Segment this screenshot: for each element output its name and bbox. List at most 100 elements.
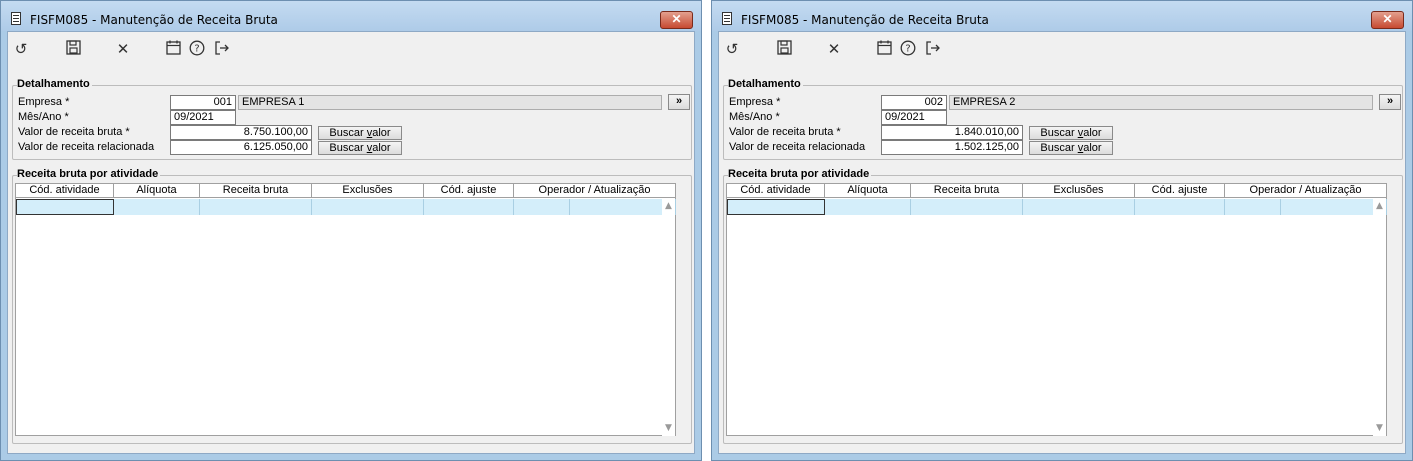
col-operador-atualizacao[interactable]: Operador / Atualização: [514, 184, 676, 198]
col-cod-ajuste[interactable]: Cód. ajuste: [1135, 184, 1225, 198]
grid-header: Cód. atividade Alíquota Receita bruta Ex…: [16, 184, 676, 198]
buscar-suffix: alor: [1083, 142, 1102, 154]
valor-relacionada-field[interactable]: 6.125.050,00: [170, 140, 312, 155]
col-cod-ajuste[interactable]: Cód. ajuste: [424, 184, 514, 198]
close-button[interactable]: ✕: [1371, 11, 1404, 29]
document-icon: [722, 12, 732, 25]
exit-icon[interactable]: [924, 40, 942, 58]
buscar-valor-relacionada-button[interactable]: Buscar valor: [1029, 141, 1113, 155]
activity-grid[interactable]: Cód. atividade Alíquota Receita bruta Ex…: [726, 183, 1387, 436]
cell-cod-ajuste[interactable]: [424, 199, 514, 215]
detail-group: Detalhamento Empresa * 001 EMPRESA 1 » M…: [12, 78, 692, 160]
toolbar: ↺ ✕ ?: [8, 32, 694, 68]
col-exclusoes[interactable]: Exclusões: [1023, 184, 1135, 198]
buscar-valor-relacionada-button[interactable]: Buscar valor: [318, 141, 402, 155]
buscar-suffix: alor: [1083, 127, 1102, 139]
detail-group-title: Detalhamento: [17, 78, 92, 90]
cell-aliquota[interactable]: [114, 199, 200, 215]
undo-icon[interactable]: ↺: [12, 40, 30, 58]
cancel-icon[interactable]: ✕: [825, 40, 843, 58]
mes-ano-label: Mês/Ano *: [18, 111, 69, 123]
valor-bruta-label: Valor de receita bruta *: [729, 126, 841, 138]
mes-ano-field[interactable]: 09/2021: [170, 110, 236, 125]
buscar-prefix: Buscar: [329, 127, 367, 139]
cell-receita-bruta[interactable]: [200, 199, 312, 215]
scroll-down-icon[interactable]: ▼: [664, 424, 673, 433]
close-button[interactable]: ✕: [660, 11, 693, 29]
cell-operador[interactable]: [1225, 199, 1281, 215]
valor-bruta-label: Valor de receita bruta *: [18, 126, 130, 138]
toolbar: ↺ ✕ ?: [719, 32, 1405, 68]
svg-text:?: ?: [194, 44, 199, 55]
window-title: FISFM085 - Manutenção de Receita Bruta: [741, 13, 989, 27]
window-client: ↺ ✕ ? Detalhamento Empresa * 002 EMPRESA…: [718, 31, 1406, 454]
cell-cod-atividade[interactable]: [727, 199, 825, 215]
document-icon: [11, 12, 21, 25]
cell-exclusoes[interactable]: [1023, 199, 1135, 215]
valor-bruta-field[interactable]: 8.750.100,00: [170, 125, 312, 140]
window-client: ↺ ✕ ? Detalhamento Empresa * 001 EMPRESA…: [7, 31, 695, 454]
title-bar[interactable]: FISFM085 - Manutenção de Receita Bruta ✕: [1, 1, 701, 31]
col-aliquota[interactable]: Alíquota: [825, 184, 911, 198]
mes-ano-field[interactable]: 09/2021: [881, 110, 947, 125]
vertical-scrollbar[interactable]: ▲ ▼: [1373, 199, 1386, 436]
empresa-name-field: EMPRESA 2: [949, 95, 1373, 110]
calendar-icon[interactable]: [875, 40, 893, 58]
valor-relacionada-label: Valor de receita relacionada: [18, 141, 155, 153]
col-cod-atividade[interactable]: Cód. atividade: [16, 184, 114, 198]
empresa-label: Empresa *: [729, 96, 781, 108]
activity-group-title: Receita bruta por atividade: [728, 168, 872, 180]
cell-exclusoes[interactable]: [312, 199, 424, 215]
col-receita-bruta[interactable]: Receita bruta: [911, 184, 1023, 198]
save-icon[interactable]: [64, 40, 82, 58]
col-operador-atualizacao[interactable]: Operador / Atualização: [1225, 184, 1387, 198]
title-bar[interactable]: FISFM085 - Manutenção de Receita Bruta ✕: [712, 1, 1412, 31]
detail-group: Detalhamento Empresa * 002 EMPRESA 2 » M…: [723, 78, 1403, 160]
valor-relacionada-field[interactable]: 1.502.125,00: [881, 140, 1023, 155]
col-exclusoes[interactable]: Exclusões: [312, 184, 424, 198]
empresa-lookup-button[interactable]: »: [668, 94, 690, 110]
buscar-prefix: Buscar: [329, 142, 367, 154]
calendar-icon[interactable]: [164, 40, 182, 58]
help-icon[interactable]: ?: [899, 40, 917, 58]
save-icon[interactable]: [775, 40, 793, 58]
activity-group-title: Receita bruta por atividade: [17, 168, 161, 180]
scroll-up-icon[interactable]: ▲: [664, 202, 673, 211]
cell-cod-ajuste[interactable]: [1135, 199, 1225, 215]
buscar-suffix: alor: [372, 142, 391, 154]
col-cod-atividade[interactable]: Cód. atividade: [727, 184, 825, 198]
exit-icon[interactable]: [213, 40, 231, 58]
empresa-code-field[interactable]: 001: [170, 95, 236, 110]
activity-grid[interactable]: Cód. atividade Alíquota Receita bruta Ex…: [15, 183, 676, 436]
window-title: FISFM085 - Manutenção de Receita Bruta: [30, 13, 278, 27]
mes-ano-label: Mês/Ano *: [729, 111, 780, 123]
empresa-lookup-button[interactable]: »: [1379, 94, 1401, 110]
cell-cod-atividade[interactable]: [16, 199, 114, 215]
col-aliquota[interactable]: Alíquota: [114, 184, 200, 198]
scroll-down-icon[interactable]: ▼: [1375, 424, 1384, 433]
empresa-label: Empresa *: [18, 96, 70, 108]
cell-aliquota[interactable]: [825, 199, 911, 215]
undo-icon[interactable]: ↺: [723, 40, 741, 58]
window-empresa-2: FISFM085 - Manutenção de Receita Bruta ✕…: [711, 0, 1413, 461]
cancel-icon[interactable]: ✕: [114, 40, 132, 58]
scroll-up-icon[interactable]: ▲: [1375, 202, 1384, 211]
vertical-scrollbar[interactable]: ▲ ▼: [662, 199, 675, 436]
cell-operador[interactable]: [514, 199, 570, 215]
help-icon[interactable]: ?: [188, 40, 206, 58]
valor-bruta-field[interactable]: 1.840.010,00: [881, 125, 1023, 140]
table-row[interactable]: [16, 199, 676, 215]
cell-atualizacao[interactable]: [570, 199, 676, 215]
cell-atualizacao[interactable]: [1281, 199, 1387, 215]
svg-text:?: ?: [905, 44, 910, 55]
cell-receita-bruta[interactable]: [911, 199, 1023, 215]
buscar-prefix: Buscar: [1040, 142, 1078, 154]
buscar-valor-bruta-button[interactable]: Buscar valor: [318, 126, 402, 140]
grid-header: Cód. atividade Alíquota Receita bruta Ex…: [727, 184, 1387, 198]
table-row[interactable]: [727, 199, 1387, 215]
buscar-suffix: alor: [372, 127, 391, 139]
window-empresa-1: FISFM085 - Manutenção de Receita Bruta ✕…: [0, 0, 702, 461]
buscar-valor-bruta-button[interactable]: Buscar valor: [1029, 126, 1113, 140]
empresa-code-field[interactable]: 002: [881, 95, 947, 110]
col-receita-bruta[interactable]: Receita bruta: [200, 184, 312, 198]
